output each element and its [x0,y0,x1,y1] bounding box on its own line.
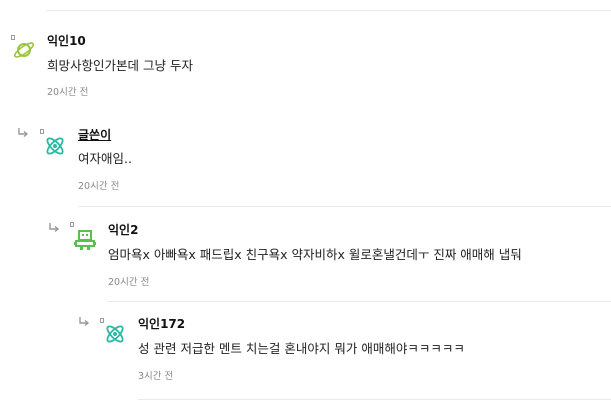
comment-timestamp: 20시간 전 [47,87,89,98]
comment-item: 익인10 희망사항인가본데 그냥 두자 20시간 전 [0,0,611,118]
comment-thread: 익인10 희망사항인가본데 그냥 두자 20시간 전 글쓴이 여자애임.. 20… [0,0,611,406]
comment-nickname[interactable]: 글쓴이 [78,128,111,142]
comment-nickname[interactable]: 익인10 [47,34,86,48]
comment-item: 익인2 엄마욕x 아빠욕x 패드립x 친구욕x 약자비하x 윌로혼낼건데ㅜ 진짜… [0,207,611,302]
reply-arrow-icon [79,317,90,327]
robot-icon [74,230,96,250]
comment-text: 여자애임.. [78,151,132,166]
comment-timestamp: 20시간 전 [78,181,120,192]
comment-timestamp: 3시간 전 [138,371,174,382]
comment-text: 희망사항인가본데 그냥 두자 [47,58,193,73]
atom-icon [46,137,64,155]
comment-text: 엄마욕x 아빠욕x 패드립x 친구욕x 약자비하x 윌로혼낼건데ㅜ 진짜 애매해… [108,247,522,262]
divider [138,399,611,400]
comment-nickname[interactable]: 익인2 [108,223,138,237]
comment-item: 글쓴이 여자애임.. 20시간 전 [0,118,611,207]
reply-arrow-icon [18,128,29,138]
comment-timestamp: 20시간 전 [108,277,150,288]
reply-arrow-icon [49,223,60,233]
comment-item: 익인172 성 관련 저급한 멘트 치는걸 혼내야지 뭐가 애매해야ㅋㅋㅋㅋㅋ … [0,302,611,400]
comment-nickname[interactable]: 익인172 [138,317,185,331]
atom-icon [106,325,124,343]
comment-marker [70,222,74,227]
planet-icon [13,42,35,58]
comment-text: 성 관련 저급한 멘트 치는걸 혼내야지 뭐가 애매해야ㅋㅋㅋㅋㅋ [138,341,465,356]
